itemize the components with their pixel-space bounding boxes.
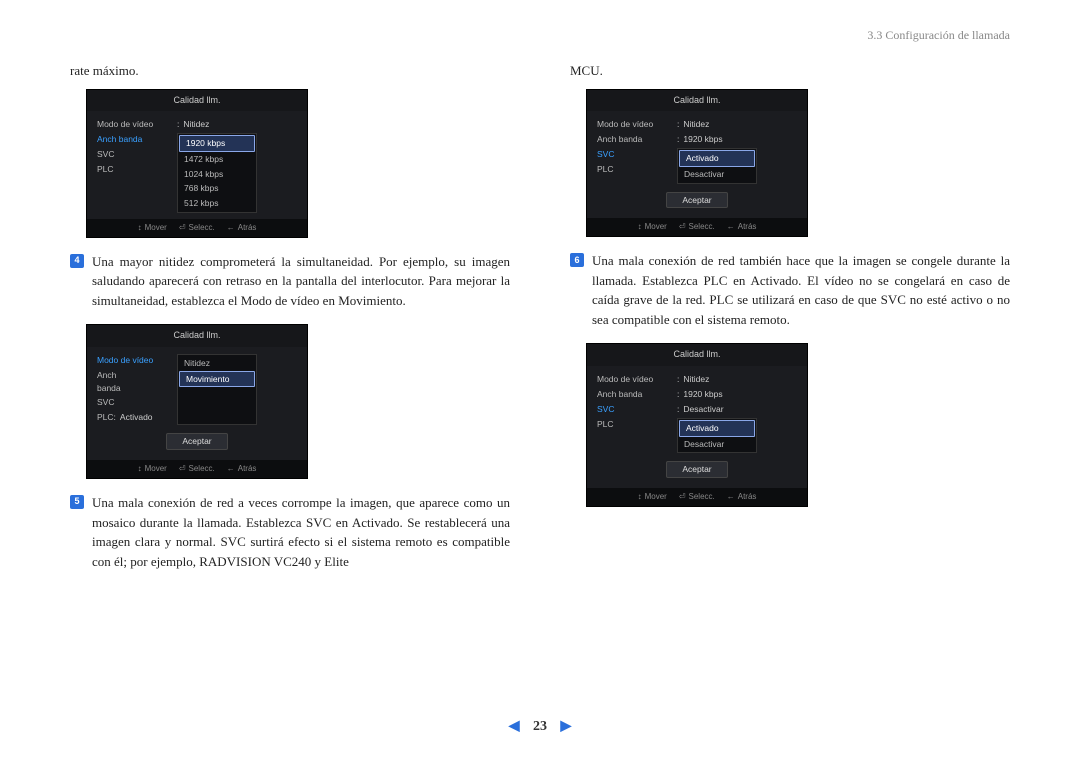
updown-icon: ↕ (638, 221, 642, 233)
dropdown-option[interactable]: Activado (679, 150, 755, 167)
step-text: Una mala conexión de red a veces corromp… (92, 493, 510, 571)
pager: ◀ 23 ▶ (0, 718, 1080, 735)
ui-screenshot-videomode: Calidad llm. Modo de vídeo Anch banda SV… (86, 324, 308, 479)
ui-title: Calidad llm. (87, 325, 307, 347)
left-column: rate máximo. Calidad llm. Modo de vídeo:… (70, 61, 510, 585)
ui-label: PLC (97, 163, 114, 176)
ui-value: 1920 kbps (683, 389, 722, 399)
step-6: 6 Una mala conexión de red también hace … (570, 251, 1010, 329)
ui-title: Calidad llm. (587, 90, 807, 112)
ui-label: Modo de vídeo (597, 118, 677, 131)
step-5: 5 Una mala conexión de red a veces corro… (70, 493, 510, 571)
ui-label: PLC (597, 418, 677, 431)
enter-icon: ⏎ (679, 491, 686, 503)
svc-dropdown[interactable]: Activado Desactivar (677, 148, 757, 184)
step-number: 6 (570, 253, 584, 267)
ui-screenshot-plc: Calidad llm. Modo de vídeo:Nitidez Anch … (586, 343, 808, 507)
step-text: Una mala conexión de red también hace qu… (592, 251, 1010, 329)
dropdown-option[interactable]: Activado (679, 420, 755, 437)
ui-value: Desactivar (683, 404, 723, 414)
ui-footer: ↕Mover ⏎Selecc. ←Atrás (587, 488, 807, 506)
step-text: Una mayor nitidez comprometerá la simult… (92, 252, 510, 311)
dropdown-option[interactable]: Nitidez (178, 356, 256, 371)
dropdown-option[interactable]: 512 kbps (178, 196, 256, 211)
ui-label: PLC (597, 163, 614, 176)
section-header: 3.3 Configuración de llamada (70, 28, 1010, 43)
lead-text-left: rate máximo. (70, 61, 510, 81)
ui-footer: ↕Mover ⏎Selecc. ←Atrás (587, 218, 807, 236)
ui-title: Calidad llm. (587, 344, 807, 366)
ui-label: Anch banda (597, 388, 677, 401)
ui-label-highlight: SVC (597, 403, 677, 416)
dropdown-option[interactable]: 1472 kbps (178, 152, 256, 167)
accept-button[interactable]: Aceptar (666, 192, 728, 209)
ui-screenshot-svc: Calidad llm. Modo de vídeo:Nitidez Anch … (586, 89, 808, 238)
ui-value: Activado (120, 412, 153, 422)
dropdown-option[interactable]: Desactivar (678, 437, 756, 452)
ui-label-highlight: SVC (597, 148, 677, 161)
ui-label-highlight: Anch banda (97, 133, 177, 146)
ui-label: Anch banda (597, 133, 677, 146)
enter-icon: ⏎ (679, 221, 686, 233)
back-icon: ← (227, 463, 235, 475)
updown-icon: ↕ (138, 463, 142, 475)
ui-label: SVC (97, 396, 114, 409)
prev-page-button[interactable]: ◀ (509, 719, 520, 734)
enter-icon: ⏎ (179, 463, 186, 475)
back-icon: ← (727, 221, 735, 233)
ui-footer: ↕Mover ⏎Selecc. ←Atrás (87, 460, 307, 478)
next-page-button[interactable]: ▶ (561, 719, 572, 734)
ui-label: SVC (97, 148, 114, 161)
bandwidth-dropdown[interactable]: 1920 kbps 1472 kbps 1024 kbps 768 kbps 5… (177, 133, 257, 213)
dropdown-option[interactable]: 1920 kbps (179, 135, 255, 152)
enter-icon: ⏎ (179, 222, 186, 234)
accept-button[interactable]: Aceptar (666, 461, 728, 478)
ui-value: Nitidez (683, 119, 709, 129)
ui-label: PLC (97, 411, 114, 424)
ui-value: 1920 kbps (683, 134, 722, 144)
dropdown-option[interactable]: Movimiento (179, 371, 255, 388)
videomode-dropdown[interactable]: Nitidez Movimiento (177, 354, 257, 426)
back-icon: ← (727, 491, 735, 503)
lead-text-right: MCU. (570, 61, 1010, 81)
page-number: 23 (533, 719, 547, 734)
ui-value: Nitidez (183, 119, 209, 129)
ui-title: Calidad llm. (87, 90, 307, 112)
ui-label-highlight: Modo de vídeo (97, 354, 177, 367)
updown-icon: ↕ (138, 222, 142, 234)
dropdown-option[interactable]: 1024 kbps (178, 167, 256, 182)
plc-dropdown[interactable]: Activado Desactivar (677, 418, 757, 454)
ui-label: Modo de vídeo (97, 118, 177, 131)
step-number: 5 (70, 495, 84, 509)
dropdown-option[interactable]: 768 kbps (178, 181, 256, 196)
ui-screenshot-bandwidth: Calidad llm. Modo de vídeo:Nitidez Anch … (86, 89, 308, 238)
ui-value: Nitidez (683, 374, 709, 384)
dropdown-option[interactable]: Desactivar (678, 167, 756, 182)
ui-label: Anch banda (97, 369, 121, 395)
step-4: 4 Una mayor nitidez comprometerá la simu… (70, 252, 510, 311)
right-column: MCU. Calidad llm. Modo de vídeo:Nitidez … (570, 61, 1010, 585)
accept-button[interactable]: Aceptar (166, 433, 228, 450)
back-icon: ← (227, 222, 235, 234)
updown-icon: ↕ (638, 491, 642, 503)
ui-label: Modo de vídeo (597, 373, 677, 386)
ui-footer: ↕Mover ⏎Selecc. ←Atrás (87, 219, 307, 237)
step-number: 4 (70, 254, 84, 268)
